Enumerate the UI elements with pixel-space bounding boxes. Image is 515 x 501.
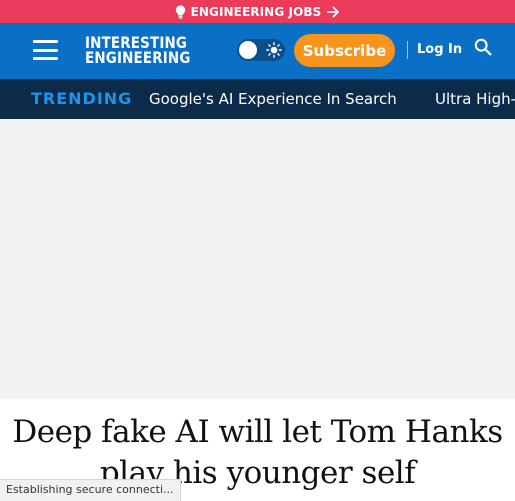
subscribe-button[interactable]: Subscribe [294,34,395,67]
engineering-jobs-banner[interactable]: ENGINEERING JOBS [0,0,515,23]
sun-icon [266,42,282,62]
logo-line-2: ENGINEERING [85,48,191,67]
hamburger-icon[interactable] [33,40,58,60]
trending-item[interactable]: Ultra High- [435,89,515,109]
toggle-knob [239,41,257,59]
engineering-jobs-label: ENGINEERING JOBS [190,4,322,19]
nav-divider [407,41,408,59]
trending-bar: TRENDING Google's AI Experience In Searc… [0,79,515,119]
ad-placeholder [0,119,515,399]
browser-status-bar: Establishing secure connecti... [0,479,181,501]
trending-label: TRENDING [31,89,133,108]
login-link[interactable]: Log In [417,40,462,60]
site-logo[interactable]: INTERESTING ENGINEERING [85,35,191,67]
theme-toggle[interactable] [237,39,285,61]
lightbulb-icon [175,5,186,19]
search-icon[interactable] [474,38,492,60]
trending-item[interactable]: Google's AI Experience In Search [149,89,397,109]
arrow-right-icon [327,6,340,18]
main-navbar: INTERESTING ENGINEERING Subscribe Log In [0,23,515,79]
